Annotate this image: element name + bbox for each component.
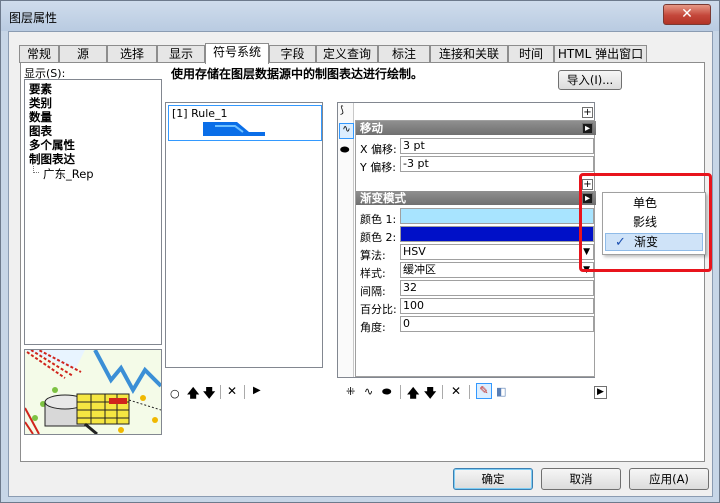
add-property-icon[interactable]: +	[582, 107, 593, 118]
color2-label: 颜色 2:	[360, 231, 397, 244]
description-text: 使用存储在图层数据源中的制图表达进行绘制。	[171, 67, 424, 81]
algorithm-label: 算法:	[360, 249, 386, 262]
color2-swatch[interactable]	[400, 226, 594, 242]
x-offset-label: X 偏移:	[360, 143, 397, 156]
algorithm-row: 算法: HSV ▼	[356, 244, 596, 262]
cancel-button[interactable]: 取消	[541, 468, 621, 490]
add-stroke-layer-icon[interactable]: ∿	[364, 385, 373, 398]
rule-symbol-icon	[203, 122, 265, 136]
x-offset-field[interactable]: 3 pt	[400, 138, 594, 154]
list-item[interactable]: 制图表达	[29, 151, 75, 167]
rule-item[interactable]: [1] Rule_1	[168, 105, 322, 141]
tab-joins-relates[interactable]: 连接和关联	[430, 45, 508, 63]
color1-swatch[interactable]	[400, 208, 594, 224]
rule-label: [1] Rule_1	[172, 107, 228, 120]
layer-properties-dialog: 图层属性 ✕ 常规 源 选择 显示 符号系统 字段 定义查询 标注 连接和关联 …	[0, 0, 720, 503]
import-button[interactable]: 导入(I)...	[558, 70, 622, 90]
interval-row: 间隔: 32	[356, 280, 596, 298]
color1-label: 颜色 1:	[360, 213, 397, 226]
y-offset-field[interactable]: -3 pt	[400, 156, 594, 172]
angle-label: 角度:	[360, 321, 386, 334]
geometry-effect-icon[interactable]: ◧	[496, 385, 506, 398]
move-layer-down-icon[interactable]: 🡇	[424, 384, 436, 405]
highlight-annotation-box	[579, 173, 712, 272]
move-menu-arrow-icon[interactable]: ▸	[582, 123, 593, 134]
color2-row: 颜色 2:	[356, 226, 596, 244]
move-up-icon[interactable]: 🡅	[187, 384, 199, 405]
style-label: 样式:	[360, 267, 386, 280]
tab-general[interactable]: 常规	[19, 45, 59, 63]
separator	[442, 385, 443, 399]
tab-time[interactable]: 时间	[508, 45, 554, 63]
move-section-header: 移动	[356, 121, 596, 135]
separator	[244, 385, 245, 399]
ok-button[interactable]: 确定	[453, 468, 533, 490]
algorithm-select[interactable]: HSV ▼	[400, 244, 594, 260]
separator	[469, 385, 470, 399]
tab-html-popup[interactable]: HTML 弹出窗口	[554, 45, 647, 63]
add-marker-layer-icon[interactable]: ⁜	[346, 385, 355, 398]
tab-symbology[interactable]: 符号系统	[205, 43, 269, 64]
layer-toolbar: ⟆ ∿ ⬬	[338, 103, 354, 377]
separator	[400, 385, 401, 399]
legend-preview-image	[24, 349, 162, 435]
separator	[220, 385, 221, 399]
tab-display[interactable]: 显示	[157, 45, 205, 63]
color1-row: 颜色 1:	[356, 208, 596, 226]
x-offset-row: X 偏移: 3 pt	[356, 138, 596, 156]
gradient-section-header: 渐变模式	[356, 191, 596, 205]
tab-definition-query[interactable]: 定义查询	[316, 45, 378, 63]
add-rule-icon[interactable]: ○	[170, 387, 180, 400]
tree-connector	[33, 166, 39, 173]
tab-fields[interactable]: 字段	[269, 45, 316, 63]
apply-button[interactable]: 应用(A)	[629, 468, 709, 490]
line-layer-icon[interactable]: ∿	[339, 123, 354, 139]
marker-layer-icon[interactable]: ⟆	[340, 105, 344, 116]
style-value: 缓冲区	[403, 263, 436, 276]
show-listbox[interactable]: 要素 类别 数量 图表 多个属性 制图表达 广东_Rep	[24, 79, 162, 345]
tab-source[interactable]: 源	[59, 45, 107, 63]
style-row: 样式: 缓冲区 ▼	[356, 262, 596, 280]
property-expand-arrow-icon[interactable]: ▶	[594, 386, 607, 399]
percent-field[interactable]: 100	[400, 298, 594, 314]
fill-layer-icon[interactable]: ⬬	[340, 143, 349, 157]
algorithm-value: HSV	[403, 245, 426, 258]
style-select[interactable]: 缓冲区 ▼	[400, 262, 594, 278]
percent-label: 百分比:	[360, 303, 397, 316]
y-offset-row: Y 偏移: -3 pt	[356, 156, 596, 174]
title-bar: 图层属性 ✕	[1, 1, 719, 31]
rules-listbox[interactable]: [1] Rule_1	[165, 102, 323, 368]
expand-arrow-icon[interactable]: ▶	[253, 385, 261, 396]
angle-field[interactable]: 0	[400, 316, 594, 332]
dialog-title: 图层属性	[9, 11, 58, 25]
properties-box: ⟆ ∿ ⬬ + 移动 ▸ X 偏移: 3 pt Y 偏移: -3 pt + 渐变…	[337, 102, 596, 378]
delete-rule-icon[interactable]: ✕	[227, 384, 237, 398]
tab-selection[interactable]: 选择	[107, 45, 157, 63]
percent-row: 百分比: 100	[356, 298, 596, 316]
angle-row: 角度: 0	[356, 316, 596, 334]
close-button[interactable]: ✕	[663, 4, 711, 25]
edit-brush-icon[interactable]: ✎	[476, 383, 492, 399]
tab-labels[interactable]: 标注	[378, 45, 430, 63]
y-offset-label: Y 偏移:	[360, 161, 396, 174]
move-layer-up-icon[interactable]: 🡅	[407, 384, 419, 405]
list-item-representation[interactable]: 广东_Rep	[43, 166, 94, 182]
property-pane: 移动 ▸ X 偏移: 3 pt Y 偏移: -3 pt + 渐变模式 ▸ 颜色 …	[355, 120, 596, 377]
move-down-icon[interactable]: 🡇	[203, 384, 215, 405]
interval-field[interactable]: 32	[400, 280, 594, 296]
add-fill-layer-icon[interactable]: ⬬	[382, 385, 391, 399]
delete-layer-icon[interactable]: ✕	[451, 384, 461, 398]
interval-label: 间隔:	[360, 285, 386, 298]
